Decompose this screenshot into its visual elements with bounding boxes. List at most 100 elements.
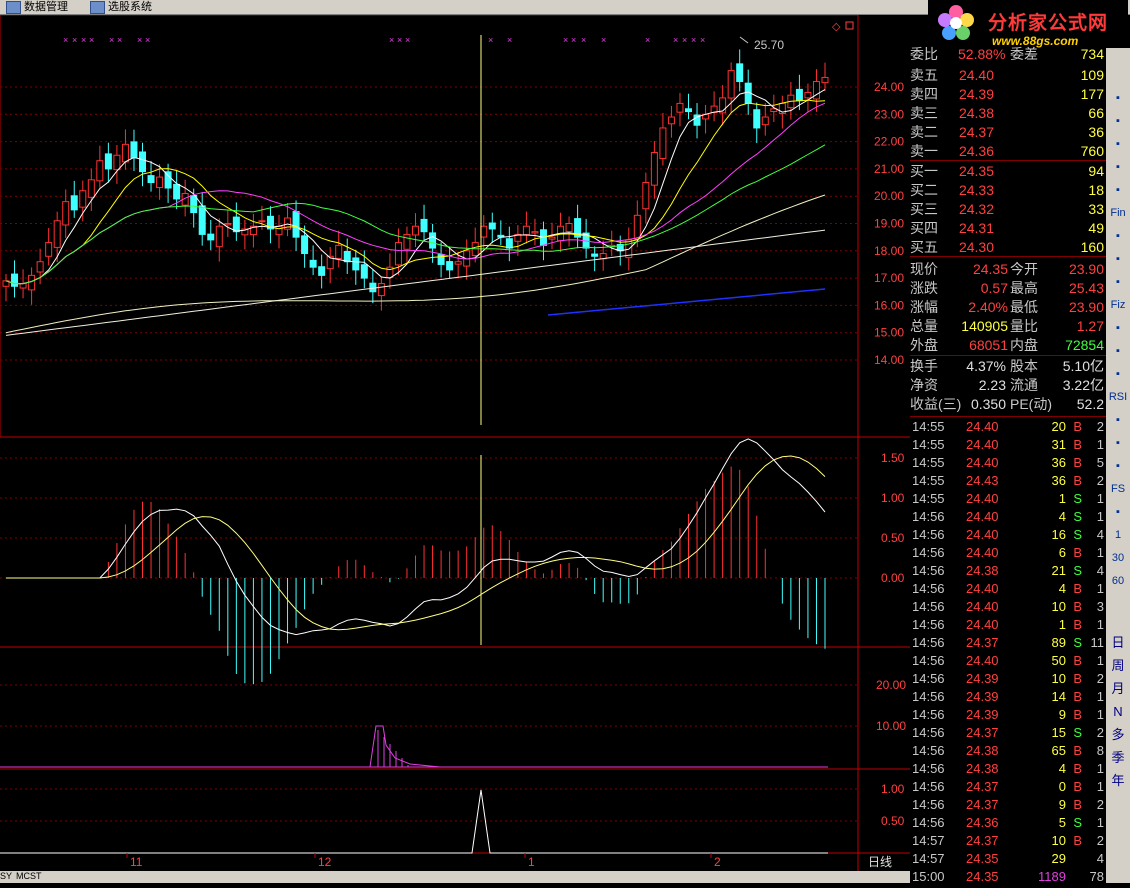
- fin-icon[interactable]: Fin: [1108, 203, 1128, 223]
- one-icon[interactable]: 1: [1108, 525, 1128, 545]
- candle-body: [121, 143, 129, 163]
- tick-count: 1: [1096, 491, 1104, 506]
- tick-price: 24.39: [966, 671, 999, 686]
- report-icon[interactable]: ▪: [1108, 88, 1128, 108]
- tick-volume: 0: [1058, 779, 1066, 794]
- ask-volume: 109: [1080, 67, 1104, 83]
- stat-row: 现价 24.35 今开 23.90: [910, 260, 1106, 279]
- tick-price: 24.37: [966, 833, 999, 848]
- tick-volume: 1: [1058, 617, 1066, 632]
- tick-price: 24.38: [966, 563, 999, 578]
- info-label: 净资: [910, 377, 938, 393]
- info-row: 净资 2.23 流通 3.22亿: [910, 376, 1106, 395]
- grid-icon[interactable]: ▪: [1108, 134, 1128, 154]
- tick-price: 24.40: [966, 545, 999, 560]
- tab-mcst[interactable]: MCST: [16, 871, 42, 881]
- period-btn[interactable]: 周: [1108, 656, 1128, 676]
- tick-time: 14:56: [912, 761, 945, 776]
- bar-icon[interactable]: ▪: [1108, 318, 1128, 338]
- circle-icon[interactable]: ▪: [1108, 341, 1128, 361]
- s-icon[interactable]: ▪: [1108, 410, 1128, 430]
- candle-body: [87, 179, 95, 198]
- stat-label: 外盘: [910, 337, 938, 353]
- stat-value-2: 23.90: [1068, 261, 1104, 277]
- mv2-icon[interactable]: ▪: [1108, 272, 1128, 292]
- tick-count: 11: [1090, 635, 1105, 650]
- stat-value-2: 72854: [1065, 337, 1104, 353]
- period-btn[interactable]: 日: [1108, 633, 1128, 653]
- candle-body: [352, 257, 360, 271]
- tick-count: 2: [1096, 671, 1104, 686]
- rsi-icon[interactable]: RSI: [1108, 387, 1128, 407]
- tick-time: 14:56: [912, 797, 945, 812]
- bug-icon[interactable]: ▪: [1108, 433, 1128, 453]
- tick-price: 24.40: [966, 419, 999, 434]
- table-icon[interactable]: ▪: [1108, 111, 1128, 131]
- gear-icon[interactable]: ▪: [1108, 502, 1128, 522]
- tab-sy[interactable]: SY: [0, 871, 12, 881]
- sixty-icon[interactable]: 60: [1108, 571, 1128, 591]
- fs-icon[interactable]: FS: [1108, 479, 1128, 499]
- tick-time: 14:56: [912, 509, 945, 524]
- period-btn[interactable]: 季: [1108, 748, 1128, 768]
- x-tick-label: 11: [130, 855, 143, 869]
- candle-body: [667, 116, 675, 125]
- stat-row: 总量 140905 量比 1.27: [910, 317, 1106, 336]
- tick-volume: 1189: [1038, 869, 1066, 884]
- ask-price: 24.37: [958, 124, 994, 140]
- info-value-2: 52.2: [1076, 396, 1104, 412]
- bid-price: 24.30: [958, 239, 994, 255]
- tick-price: 24.40: [966, 527, 999, 542]
- mv-icon[interactable]: ▪: [1108, 226, 1128, 246]
- period-btn[interactable]: 月: [1108, 679, 1128, 699]
- wave-icon[interactable]: ▪: [1108, 364, 1128, 384]
- period-btn[interactable]: N: [1108, 702, 1128, 722]
- data-manage-menu[interactable]: 数据管理: [2, 0, 68, 14]
- candle-body: [727, 70, 735, 99]
- info-row: 收益(三) 0.350 PE(动) 52.2: [910, 395, 1106, 414]
- candle-body: [804, 91, 812, 99]
- tick-price: 24.35: [966, 869, 999, 884]
- tick-time: 14:56: [912, 563, 945, 578]
- price-tick-label: 14.00: [874, 353, 904, 367]
- cross-icon[interactable]: ▪: [1108, 456, 1128, 476]
- tick-price: 24.40: [966, 653, 999, 668]
- ask-volume: 36: [1088, 124, 1104, 140]
- ask-price: 24.39: [958, 86, 994, 102]
- fiz-icon[interactable]: Fiz: [1108, 295, 1128, 315]
- kline-icon[interactable]: ▪: [1108, 180, 1128, 200]
- tick-count: 4: [1096, 563, 1104, 578]
- tick-volume: 4: [1058, 581, 1066, 596]
- candle-body: [173, 183, 181, 200]
- candle-body: [62, 201, 70, 226]
- candle-body: [28, 274, 36, 291]
- candle-body: [147, 175, 155, 184]
- stock-select-menu[interactable]: 选股系统: [86, 0, 152, 14]
- kline-chart[interactable]: 24.0023.0022.0021.0020.0019.0018.0017.00…: [0, 14, 1064, 883]
- chart-area[interactable]: 24.00 23.00 22.00 21.00 20.00 19.00 18.00 17.00…: [0, 14, 1064, 883]
- candle-body: [685, 108, 692, 113]
- tick-volume: 15: [1051, 725, 1066, 740]
- tick-price: 24.40: [966, 617, 999, 632]
- price-tick-label: 19.00: [874, 217, 904, 231]
- bid-label: 买三: [910, 201, 938, 217]
- candle-body: [591, 253, 599, 257]
- stat-value: 2.40%: [968, 299, 1008, 315]
- candle-body: [659, 127, 667, 159]
- three-icon[interactable]: 30: [1108, 548, 1128, 568]
- tick-flag: B: [1073, 545, 1082, 560]
- bid-price: 24.32: [958, 201, 994, 217]
- tick-volume: 29: [1051, 851, 1066, 866]
- macd-dif-line: [6, 438, 826, 636]
- stat-label-2: 内盘: [1010, 337, 1038, 353]
- bid-label: 买五: [910, 239, 938, 255]
- trend-icon[interactable]: ▪: [1108, 157, 1128, 177]
- ask-price: 24.38: [958, 105, 994, 121]
- period-btn[interactable]: 年: [1108, 771, 1128, 791]
- period-btn[interactable]: 多: [1108, 725, 1128, 745]
- line-icon[interactable]: ▪: [1108, 249, 1128, 269]
- candle-body: [821, 76, 829, 84]
- tick-count: 2: [1096, 419, 1104, 434]
- ask-row: 卖五 24.40 109: [910, 66, 1106, 85]
- price-tick-label: 15.00: [874, 326, 904, 340]
